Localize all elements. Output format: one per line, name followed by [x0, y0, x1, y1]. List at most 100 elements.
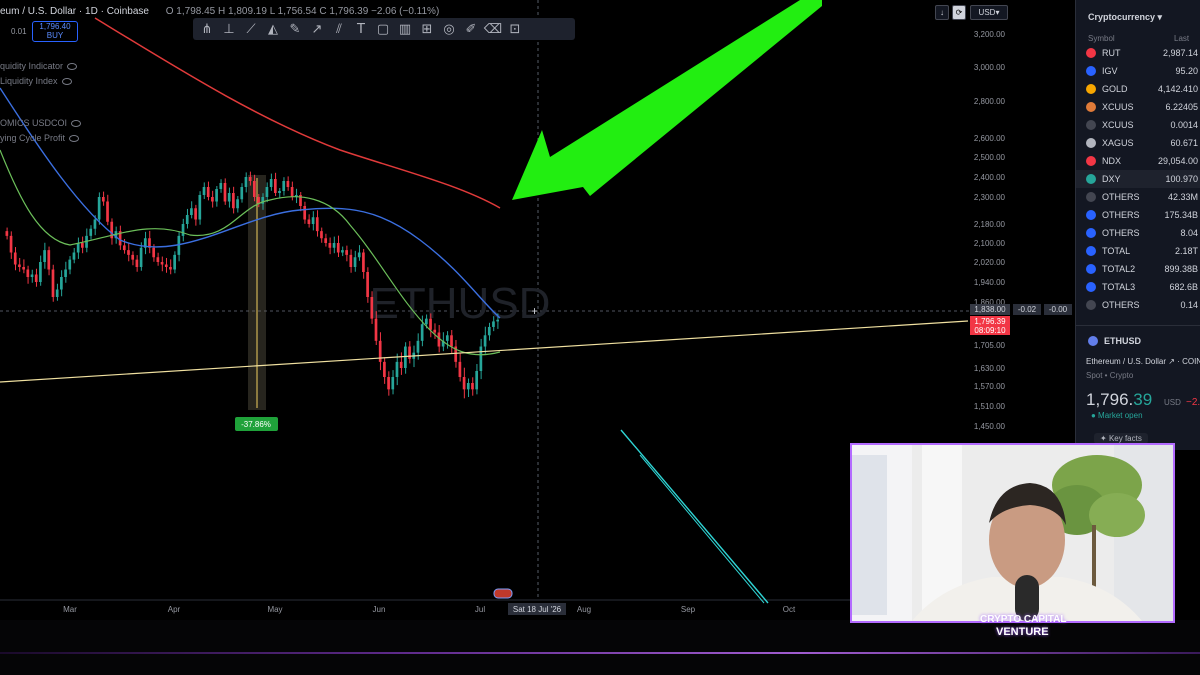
eye-icon[interactable] — [61, 78, 72, 86]
row-symbol: TOTAL2 — [1102, 264, 1136, 274]
text-icon[interactable]: T — [351, 19, 371, 39]
symbol-title[interactable]: eum / U.S. Dollar · 1D · Coinbase — [0, 6, 149, 17]
divider — [1076, 325, 1200, 326]
watchlist-row[interactable]: XAGUS60.671−1 — [1076, 134, 1200, 152]
watchlist-title[interactable]: Cryptocurrency ▾ — [1088, 12, 1162, 23]
row-last: 6.22405 — [1165, 102, 1198, 112]
symbol-logo-icon — [1086, 66, 1096, 76]
watchlist-row[interactable]: OTHERS8.04− — [1076, 224, 1200, 242]
target-icon[interactable]: ◎ — [439, 19, 459, 39]
watchlist-row[interactable]: IGV95.20− — [1076, 62, 1200, 80]
long-position-icon[interactable]: ⊞ — [417, 19, 437, 39]
watchlist-row[interactable]: TOTAL2899.38B−904 — [1076, 260, 1200, 278]
fib-icon[interactable]: ◭ — [263, 19, 283, 39]
diff-a: -0.02 — [1018, 305, 1037, 314]
candle-body — [139, 247, 143, 267]
symbol-logo-icon — [1086, 84, 1096, 94]
indicator-label: Liquidity Index — [0, 76, 58, 86]
watchlist-row[interactable]: OTHERS42.33M310 — [1076, 188, 1200, 206]
candle-body — [311, 217, 315, 224]
candle-body — [202, 187, 206, 195]
candle-body — [106, 201, 109, 222]
eye-icon[interactable] — [71, 120, 82, 128]
row-last: 899.38B — [1164, 264, 1198, 274]
eye-icon[interactable] — [67, 63, 78, 71]
indicator-liquidity-index[interactable]: Liquidity Index — [0, 76, 72, 86]
candle-body — [232, 193, 235, 209]
indicator-cycle-profit[interactable]: ying Cycle Profit — [0, 133, 80, 143]
presenter-video — [852, 445, 1173, 621]
brush-icon[interactable]: ✎ — [285, 19, 305, 39]
indicator-liquidity[interactable]: quidity Indicator — [0, 61, 78, 71]
watchlist-row[interactable]: GOLD4,142.410−22 — [1076, 80, 1200, 98]
candle-body — [492, 321, 495, 327]
brand-bottom: VENTURE — [996, 626, 1049, 638]
candle-body — [366, 272, 369, 297]
currency-select[interactable]: USD ▾ — [970, 5, 1008, 20]
symbol-logo-icon — [1086, 102, 1096, 112]
symbol-logo-icon — [1086, 300, 1096, 310]
buy-label: BUY — [46, 31, 64, 40]
watchlist-row[interactable]: TOTAL3682.6B−730 — [1076, 278, 1200, 296]
row-last: 100.970 — [1165, 174, 1198, 184]
row-symbol: GOLD — [1102, 84, 1128, 94]
watchlist-row[interactable]: OTHERS175.34B335 — [1076, 206, 1200, 224]
candle-body — [68, 259, 72, 270]
x-axis-label: Jun — [373, 605, 386, 614]
candle-body — [336, 243, 340, 253]
col-last[interactable]: Last — [1174, 34, 1189, 43]
watchlist-row[interactable]: NDX29,054.00−64 — [1076, 152, 1200, 170]
crosshair-price: 1,838.00 — [974, 305, 1006, 314]
watchlist-row[interactable]: XCUUS6.22405−0.0 — [1076, 98, 1200, 116]
watchlist-row[interactable]: OTHERS0.140.0 — [1076, 296, 1200, 314]
arrow-down-icon[interactable]: ↓ — [935, 5, 949, 20]
eye-icon[interactable] — [69, 135, 80, 143]
watchlist-row[interactable]: XCUUS0.0014−0.00 — [1076, 116, 1200, 134]
candle-body — [206, 187, 210, 197]
candle-body — [13, 252, 17, 265]
cursor-line-icon[interactable]: ⊥ — [219, 19, 239, 39]
bars-pattern-icon[interactable]: ▥ — [395, 19, 415, 39]
accent-line — [0, 652, 1200, 654]
candle-body — [173, 254, 176, 270]
candle-body — [240, 187, 244, 200]
snapshot-icon[interactable]: ⟳ — [952, 5, 966, 20]
candle-body — [315, 217, 319, 232]
buy-button[interactable]: 1,796.40 BUY — [32, 21, 78, 42]
row-last: 175.34B — [1164, 210, 1198, 220]
buy-price: 1,796.40 — [39, 22, 71, 31]
candle-body — [223, 183, 227, 202]
watchlist-row[interactable]: RUT2,987.14− — [1076, 44, 1200, 62]
detail-name[interactable]: Ethereum / U.S. Dollar ↗ · COINB — [1086, 357, 1200, 366]
watchlist-row[interactable]: TOTAL2.18T−1 — [1076, 242, 1200, 260]
event-marker-icon — [493, 588, 513, 599]
ray-icon[interactable]: ↗ — [307, 19, 327, 39]
candle-body — [328, 243, 332, 248]
chart-header: eum / U.S. Dollar · 1D · Coinbase O 1,79… — [0, 6, 439, 17]
candle-body — [395, 361, 399, 377]
candle-body — [399, 361, 403, 368]
eraser-icon[interactable]: ⌫ — [483, 19, 503, 39]
candle-body — [30, 274, 34, 277]
row-last: 8.04 — [1180, 228, 1198, 238]
candle-body — [211, 197, 214, 202]
pitchfork-icon[interactable]: ⋔ — [197, 19, 217, 39]
candle-body — [378, 340, 382, 362]
rectangle-icon[interactable]: ▢ — [373, 19, 393, 39]
parallel-channel-icon[interactable]: ⫽ — [329, 19, 349, 39]
col-symbol[interactable]: Symbol — [1088, 34, 1115, 43]
indicator-usdcoi[interactable]: OMICS USDCOI — [0, 118, 82, 128]
candle-body — [362, 252, 365, 272]
key-facts-label: Key facts — [1108, 434, 1142, 443]
x-axis-label: Oct — [783, 605, 796, 614]
candle-body — [445, 335, 449, 341]
watchlist-row[interactable]: DXY100.9700 — [1076, 170, 1200, 188]
row-symbol: DXY — [1102, 174, 1121, 184]
pen-icon[interactable]: ✐ — [461, 19, 481, 39]
watchlist-panel: Cryptocurrency ▾ Symbol Last RUT 2,987.14… — [1075, 0, 1200, 450]
layout-icon[interactable]: ⊡ — [505, 19, 525, 39]
trend-line-icon[interactable]: ⟋ — [241, 19, 261, 39]
cyan-line-2 — [639, 454, 765, 604]
row-symbol: RUT — [1102, 48, 1121, 58]
candle-body — [253, 181, 256, 197]
